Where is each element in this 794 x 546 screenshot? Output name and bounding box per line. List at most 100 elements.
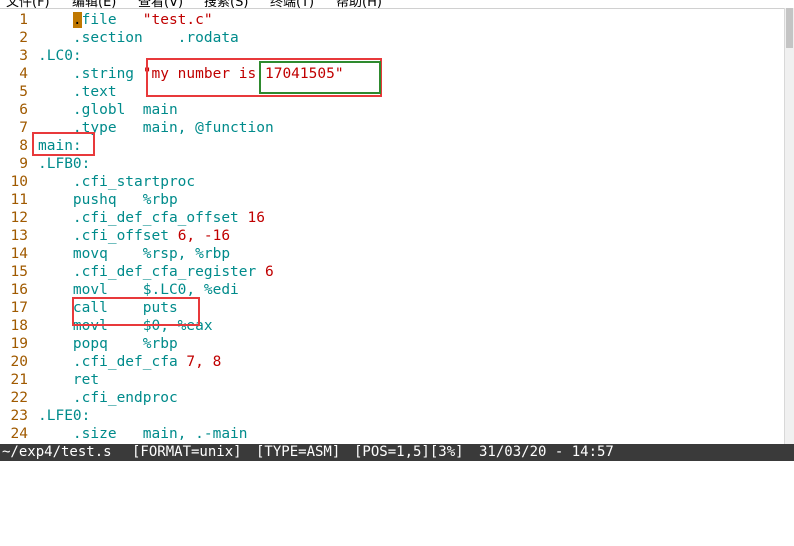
line-number: 6	[19, 102, 28, 118]
code-token: .LFE0:	[38, 408, 91, 424]
line-number: 18	[10, 318, 28, 334]
code-line[interactable]: 10 .cfi_startproc	[0, 173, 784, 191]
line-code[interactable]: .LC0:	[38, 47, 82, 65]
line-code[interactable]: .globl main	[38, 101, 178, 119]
code-line[interactable]: 24 .size main, .-main	[0, 425, 784, 443]
code-line[interactable]: 12 .cfi_def_cfa_offset 16	[0, 209, 784, 227]
code-token: popq %rbp	[38, 336, 178, 352]
line-code[interactable]: .cfi_offset 6, -16	[38, 227, 230, 245]
line-number: 7	[19, 120, 28, 136]
menu-view[interactable]: 查看(V)	[138, 0, 183, 8]
line-code[interactable]: ret	[38, 371, 99, 389]
code-token: .cfi_def_cfa	[38, 354, 187, 370]
line-code[interactable]: pushq %rbp	[38, 191, 178, 209]
line-number: 11	[10, 192, 28, 208]
code-token: ret	[38, 372, 100, 388]
line-code[interactable]: .cfi_startproc	[38, 173, 195, 191]
menu-terminal[interactable]: 终端(T)	[270, 0, 314, 8]
menu-file[interactable]: 文件(F)	[6, 0, 50, 8]
line-number: 23	[10, 408, 28, 424]
line-code[interactable]: popq %rbp	[38, 335, 178, 353]
line-code[interactable]: .size main, .-main	[38, 425, 248, 443]
line-number: 12	[10, 210, 28, 226]
code-line[interactable]: 13 .cfi_offset 6, -16	[0, 227, 784, 245]
status-datetime: 31/03/20 - 14:57	[479, 444, 614, 460]
code-line[interactable]: 15 .cfi_def_cfa_register 6	[0, 263, 784, 281]
status-file: ~/exp4/test.s	[2, 444, 112, 460]
menu-help[interactable]: 帮助(H)	[336, 0, 382, 8]
annotation-call-box	[72, 297, 200, 326]
code-token: .cfi_def_cfa_offset	[38, 210, 248, 226]
menu-edit[interactable]: 编辑(E)	[72, 0, 116, 8]
line-number: 8	[19, 138, 28, 154]
code-token: .cfi_offset	[38, 228, 178, 244]
status-format: [FORMAT=unix]	[132, 444, 242, 460]
line-number: 13	[10, 228, 28, 244]
line-code[interactable]: .cfi_def_cfa 7, 8	[38, 353, 221, 371]
line-number: 19	[10, 336, 28, 352]
line-number: 15	[10, 264, 28, 280]
code-line[interactable]: 9 .LFB0:	[0, 155, 784, 173]
line-number: 22	[10, 390, 28, 406]
code-line[interactable]: 4 .string "my number is 17041505"	[0, 65, 784, 83]
scrollbar-thumb[interactable]	[786, 8, 793, 48]
text-cursor: .	[72, 12, 82, 28]
code-line[interactable]: 20 .cfi_def_cfa 7, 8	[0, 353, 784, 371]
code-token: .size main, .-main	[38, 426, 248, 442]
code-token: pushq %rbp	[38, 192, 178, 208]
code-token: "test.c"	[142, 12, 213, 28]
menu-bar: 文件(F) 编辑(E) 查看(V) 搜索(S) 终端(T) 帮助(H)	[0, 0, 794, 8]
code-line[interactable]: 14 movq %rsp, %rbp	[0, 245, 784, 263]
status-bar: ~/exp4/test.s [FORMAT=unix] [TYPE=ASM] […	[0, 444, 794, 461]
code-token: file	[81, 12, 143, 28]
code-line[interactable]: 22 .cfi_endproc	[0, 389, 784, 407]
code-token: .LFB0:	[38, 156, 91, 172]
menu-divider	[0, 8, 784, 9]
code-line[interactable]: 11 pushq %rbp	[0, 191, 784, 209]
code-token: .section .rodata	[38, 30, 239, 46]
line-code[interactable]: .LFB0:	[38, 155, 90, 173]
code-token: 7, 8	[186, 354, 222, 370]
annotation-number-box	[259, 61, 381, 94]
code-line[interactable]: 7 .type main, @function	[0, 119, 784, 137]
line-number: 10	[10, 174, 28, 190]
line-number: 21	[10, 372, 28, 388]
code-token: .LC0:	[38, 48, 82, 64]
line-number: 2	[19, 30, 28, 46]
code-line[interactable]: 21 ret	[0, 371, 784, 389]
code-line[interactable]: 19 popq %rbp	[0, 335, 784, 353]
code-token: 6	[264, 264, 274, 280]
line-code[interactable]: .text	[38, 83, 117, 101]
code-token: .text	[38, 84, 117, 100]
vertical-scrollbar[interactable]	[784, 8, 794, 445]
status-type: [TYPE=ASM]	[256, 444, 341, 460]
code-line[interactable]: 6 .globl main	[0, 101, 784, 119]
line-code[interactable]: .section .rodata	[38, 29, 239, 47]
line-code[interactable]: .cfi_def_cfa_register 6	[38, 263, 274, 281]
code-line[interactable]: 2 .section .rodata	[0, 29, 784, 47]
code-token: .cfi_def_cfa_register	[38, 264, 265, 280]
line-code[interactable]: .LFE0:	[38, 407, 90, 425]
line-code[interactable]: movq %rsp, %rbp	[38, 245, 230, 263]
code-line[interactable]: 23 .LFE0:	[0, 407, 784, 425]
line-code[interactable]: .file "test.c"	[38, 11, 213, 29]
line-number: 14	[10, 246, 28, 262]
code-line[interactable]: 3 .LC0:	[0, 47, 784, 65]
menu-search[interactable]: 搜索(S)	[204, 0, 248, 8]
line-code[interactable]: .cfi_def_cfa_offset 16	[38, 209, 265, 227]
line-number: 5	[19, 84, 28, 100]
code-editor[interactable]: 1 .file "test.c" 2 .section .rodata 3 .LC0:…	[0, 11, 784, 443]
line-number: 24	[10, 426, 28, 442]
line-code[interactable]: .cfi_endproc	[38, 389, 178, 407]
annotation-main-box	[32, 132, 95, 156]
code-line[interactable]: 5 .text	[0, 83, 784, 101]
code-line[interactable]: 8 main:	[0, 137, 784, 155]
code-token: .string	[38, 66, 143, 82]
line-number: 20	[10, 354, 28, 370]
line-number: 4	[19, 66, 28, 82]
line-number: 17	[10, 300, 28, 316]
code-token: 6, -16	[177, 228, 231, 244]
code-line[interactable]: 1 .file "test.c"	[0, 11, 784, 29]
line-number: 3	[19, 48, 28, 64]
